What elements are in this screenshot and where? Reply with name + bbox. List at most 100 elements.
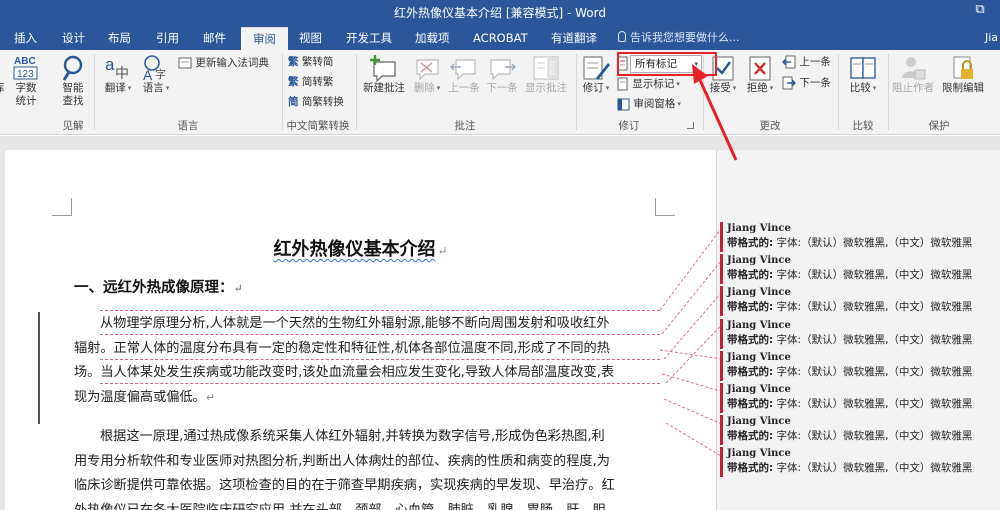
paragraph-2[interactable]: 根据这一原理,通过热成像系统采集人体红外辐射,并转换为数字信号,形成伪色彩热图,… [74, 425, 660, 510]
to-simplified-button[interactable]: 繁 繁转简 [288, 53, 333, 71]
next-change-button[interactable]: 下一条 [782, 74, 831, 92]
tab-mailings[interactable]: 邮件 [203, 27, 226, 50]
compare-button[interactable]: 比较 ▾ [846, 54, 880, 95]
reviewing-pane-label: 审阅窗格 [633, 98, 676, 110]
show-markup-button[interactable]: 显示标记 ▾ [617, 75, 680, 93]
word-count-button[interactable]: ABC 123 字数 统计 [12, 54, 40, 108]
next-comment-button[interactable]: 下一条 [484, 54, 520, 95]
tell-me-text: 告诉我您想要做什么... [630, 31, 740, 44]
previous-change-button[interactable]: 上一条 [782, 53, 831, 71]
chinese-conversion-button[interactable]: 简 简繁转换 [288, 93, 344, 111]
show-comments-button[interactable]: 显示批注 [522, 54, 570, 95]
change-bar [38, 312, 40, 424]
simplified-to-traditional-icon: 繁 [288, 76, 299, 88]
balloon-bar [720, 318, 723, 349]
restrict-editing-button[interactable]: 限制编辑 [938, 54, 988, 95]
tracking-dialog-launcher[interactable] [687, 122, 694, 129]
block-authors-label: 阻止作者 [892, 82, 934, 94]
lightbulb-icon [618, 31, 626, 42]
tab-review[interactable]: 审阅 [241, 27, 288, 50]
reject-icon [749, 56, 771, 81]
user-name[interactable]: Jia [985, 27, 998, 49]
tell-me-box[interactable]: 告诉我您想要做什么... [618, 27, 740, 50]
balloon-format: 带格式的: 字体:（默认）微软雅黑,（中文）微软雅黑 [727, 269, 973, 282]
translate-button[interactable]: a 中 翻译 ▾ [100, 54, 136, 95]
smart-lookup-label-2: 查找 [62, 95, 84, 107]
group-language: 语言 [177, 120, 199, 132]
tab-youdao[interactable]: 有道翻译 [551, 27, 597, 50]
smart-lookup-button[interactable]: 智能 查找 [58, 54, 88, 108]
delete-comment-button[interactable]: 删除 ▾ [410, 54, 444, 95]
heading-1[interactable]: 一、远红外热成像原理：↵ [74, 276, 243, 297]
markup-balloon[interactable]: Jiang Vince 带格式的: 字体:（默认）微软雅黑,（中文）微软雅黑 [720, 447, 1000, 478]
to-traditional-button[interactable]: 繁 简转繁 [288, 73, 333, 91]
restore-ribbon-icon[interactable]: ⧉ [970, 2, 990, 17]
show-comments-label: 显示批注 [525, 82, 567, 94]
tab-references[interactable]: 引用 [156, 27, 179, 50]
group-separator [888, 54, 889, 130]
markup-balloon[interactable]: Jiang Vince 带格式的: 字体:（默认）微软雅黑,（中文）微软雅黑 [720, 415, 1000, 446]
dictionary-icon [178, 57, 192, 69]
balloon-bar [720, 254, 723, 285]
paragraph-line: 从物理学原理分析,人体就是一个天然的生物红外辐射源,能够不断向周围发射和吸收红外 [100, 316, 610, 331]
markup-balloon[interactable]: Jiang Vince 带格式的: 字体:（默认）微软雅黑,（中文）微软雅黑 [720, 383, 1000, 413]
balloon-bar [720, 383, 723, 413]
track-changes-button[interactable]: 修订 ▾ [579, 54, 613, 95]
heading-1-text: 一、远红外热成像原理： [74, 279, 234, 296]
translate-icon: a 中 [105, 55, 129, 82]
balloon-format: 带格式的: 字体:（默认）微软雅黑,（中文）微软雅黑 [727, 237, 973, 249]
group-protect: 保护 [928, 120, 950, 132]
new-comment-button[interactable]: 新建批注 [360, 54, 408, 95]
svg-text:ABC: ABC [14, 56, 36, 67]
group-separator [94, 54, 95, 130]
ribbon: 库 ABC 123 字数 统计 智能 查找 见解 a 中 翻译▾ A 字 语言 [0, 50, 1000, 135]
crop-mark-right [655, 198, 675, 216]
word-count-label-1: 字数 [15, 82, 37, 94]
tab-developer[interactable]: 开发工具 [346, 27, 392, 50]
document-title[interactable]: 红外热像仪基本介绍 ↵ [5, 235, 716, 261]
markup-balloon[interactable]: Jiang Vince 带格式的: 字体:（默认）微软雅黑,（中文）微软雅黑 [720, 350, 1000, 381]
spelling-grammar-button[interactable]: 库 [0, 82, 5, 95]
tab-design[interactable]: 设计 [62, 27, 85, 50]
tab-addins[interactable]: 加载项 [415, 27, 450, 50]
window-title: 红外热像仪基本介绍 [兼容模式] - Word [394, 6, 606, 20]
previous-comment-button[interactable]: 上一条 [446, 54, 482, 95]
next-comment-label: 下一条 [486, 82, 518, 94]
tab-layout[interactable]: 布局 [108, 27, 131, 50]
reviewing-pane-button[interactable]: 审阅窗格 ▾ [617, 95, 681, 113]
balloon-author: Jiang Vince [727, 448, 791, 460]
paragraph-1[interactable]: 从物理学原理分析,人体就是一个天然的生物红外辐射源,能够不断向周围发射和吸收红外… [74, 312, 660, 410]
tab-acrobat[interactable]: ACROBAT [473, 27, 528, 50]
balloon-bar [720, 447, 723, 478]
reject-change-button[interactable]: 拒绝 ▾ [742, 54, 778, 95]
word-count-label-2: 统计 [15, 95, 37, 107]
tab-view[interactable]: 视图 [299, 27, 322, 50]
block-authors-button[interactable]: 阻止作者 [890, 54, 936, 95]
group-insights: 见解 [62, 120, 84, 132]
balloon-bar [720, 222, 723, 252]
group-separator [838, 54, 839, 130]
show-markup-icon [617, 77, 628, 91]
track-changes-label: 修订 ▾ [582, 82, 610, 94]
balloon-author: Jiang Vince [727, 351, 791, 363]
tab-insert[interactable]: 插入 [14, 27, 37, 50]
language-button[interactable]: A 字 语言 ▾ [138, 54, 174, 95]
markup-balloon[interactable]: Jiang Vince 带格式的: 字体:（默认）微软雅黑,（中文）微软雅黑 [720, 254, 1000, 285]
paragraph-line: 用专用分析软件和专业医师对热图分析,判断出人体病灶的部位、疾病的性质和病变的程度… [74, 453, 610, 469]
balloon-format: 带格式的: 字体:（默认）微软雅黑,（中文）微软雅黑 [727, 365, 973, 378]
balloon-author: Jiang Vince [727, 255, 791, 267]
conversion-label: 简繁转换 [301, 96, 344, 108]
search-icon [62, 55, 83, 81]
markup-balloon[interactable]: Jiang Vince 带格式的: 字体:（默认）微软雅黑,（中文）微软雅黑 [720, 318, 1000, 349]
paragraph-line: 辐射。正常人体的温度分布具有一定的稳定性和特征性,机体各部位温度不同,形成了不同… [74, 340, 610, 356]
markup-balloon[interactable]: Jiang Vince 带格式的: 字体:（默认）微软雅黑,（中文）微软雅黑 [720, 286, 1000, 317]
markup-balloon[interactable]: Jiang Vince 带格式的: 字体:（默认）微软雅黑,（中文）微软雅黑 [720, 222, 1000, 252]
next-change-icon [782, 76, 796, 90]
update-ime-dictionary-button[interactable]: 更新输入法词典 [178, 54, 269, 72]
paragraph-line: 临床诊断提供可靠依据。这项检查的目的在于筛查早期疾病，实现疾病的早发现、早治疗。… [74, 478, 615, 494]
update-ime-label: 更新输入法词典 [195, 57, 269, 69]
reviewing-pane-icon [617, 98, 630, 110]
balloon-format: 带格式的: 字体:（默认）微软雅黑,（中文）微软雅黑 [727, 462, 973, 475]
svg-text:123: 123 [17, 69, 34, 80]
ribbon-tabs: 插入 设计 布局 引用 邮件 审阅 视图 开发工具 加载项 ACROBAT 有道… [0, 27, 1000, 50]
